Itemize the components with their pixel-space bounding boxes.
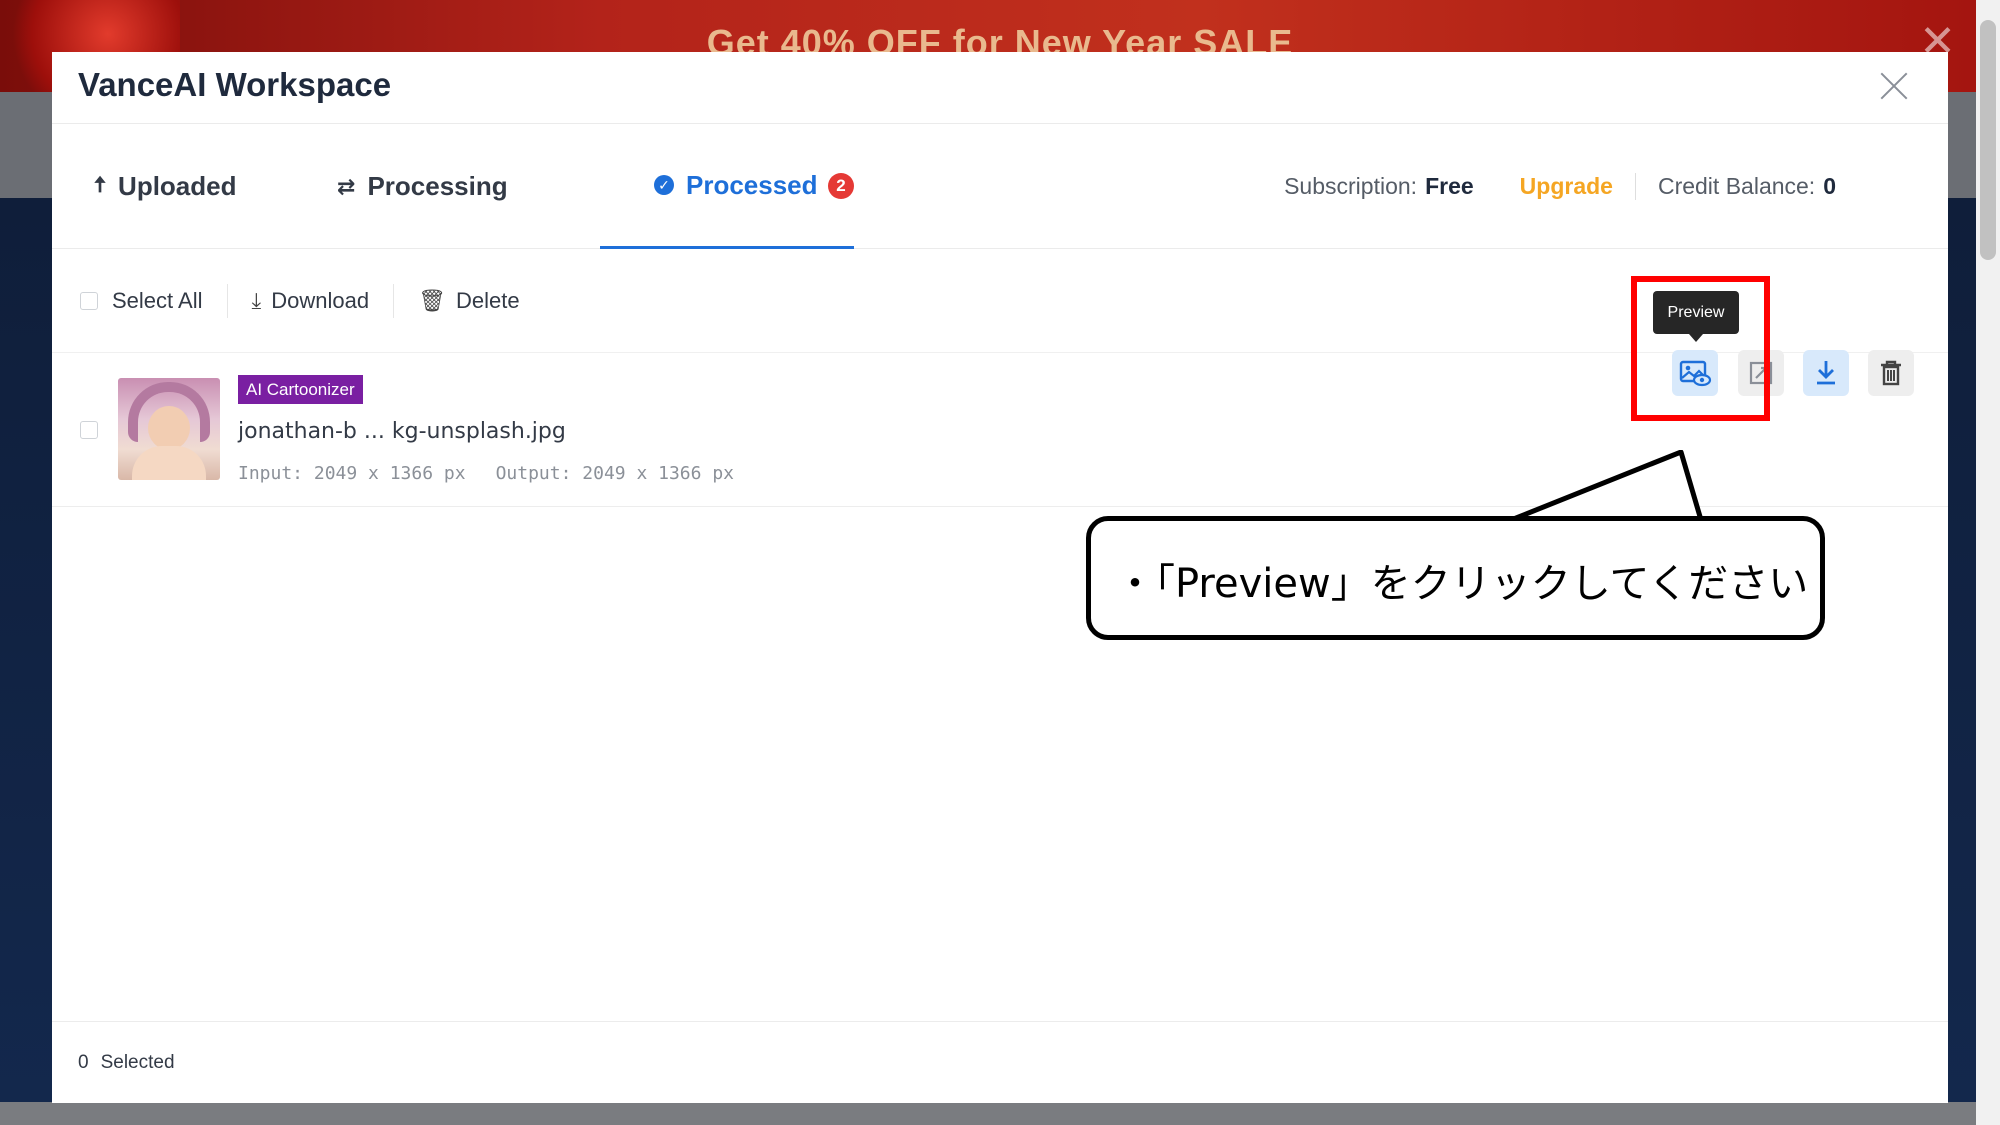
download-file-button[interactable] xyxy=(1803,350,1849,396)
modal-title: VanceAI Workspace xyxy=(78,66,392,103)
subscription-value: Free xyxy=(1425,173,1474,199)
credit-balance-value: 0 xyxy=(1823,173,1836,199)
refresh-icon: ⇄ xyxy=(337,173,356,199)
selected-count-label: Selected xyxy=(100,1052,175,1073)
upload-arrow-icon: 🠅 xyxy=(94,171,107,197)
ai-tool-tag: AI Cartoonizer xyxy=(238,375,363,404)
download-label: Download xyxy=(271,287,370,313)
upgrade-link[interactable]: Upgrade xyxy=(1520,173,1636,200)
delete-label: Delete xyxy=(456,287,520,313)
download-icon: ⤓ xyxy=(251,287,262,313)
background-bottom-strip xyxy=(0,1102,2000,1125)
file-row-checkbox[interactable] xyxy=(80,421,98,439)
selected-count: 0 Selected xyxy=(78,1052,175,1074)
callout-text: ・「Preview」をクリックしてください xyxy=(1115,561,1809,607)
file-name: jonathan-b ... kg-unsplash.jpg xyxy=(238,419,566,444)
tab-processed-label: Processed xyxy=(686,169,818,200)
instruction-callout: ・「Preview」をクリックしてください xyxy=(1086,516,1825,640)
delete-button[interactable]: 🗑 Delete xyxy=(394,284,544,318)
modal-footer: 0 Selected xyxy=(52,1021,1948,1103)
subscription-label: Subscription: xyxy=(1284,173,1418,199)
output-dimensions: Output: 2049 x 1366 px xyxy=(495,463,734,484)
select-all-button[interactable]: Select All xyxy=(52,283,228,318)
trash-can-icon xyxy=(1881,360,1901,386)
credit-balance-label: Credit Balance: xyxy=(1657,173,1816,199)
page-scrollbar[interactable] xyxy=(1976,0,2000,1125)
subscription-info: Subscription: Free Upgrade Credit Balanc… xyxy=(1284,124,1836,249)
delete-file-button[interactable] xyxy=(1868,350,1914,396)
tab-processing-label: Processing xyxy=(367,171,508,201)
close-icon[interactable] xyxy=(1876,68,1912,104)
select-all-checkbox[interactable] xyxy=(80,291,98,310)
trash-icon: 🗑 xyxy=(418,287,447,313)
modal-header: VanceAI Workspace xyxy=(52,52,1948,124)
select-all-label: Select All xyxy=(112,287,203,313)
download-arrow-icon xyxy=(1817,361,1835,385)
file-thumbnail[interactable] xyxy=(118,378,220,480)
selected-count-number: 0 xyxy=(78,1052,89,1073)
tab-uploaded-label: Uploaded xyxy=(118,171,237,201)
file-dimensions: Input: 2049 x 1366 px Output: 2049 x 1366… xyxy=(238,463,734,484)
highlight-annotation xyxy=(1631,276,1770,421)
download-button[interactable]: ⤓ Download xyxy=(228,283,395,318)
callout-tail xyxy=(1510,450,1704,524)
tabs-bar: 🠅 Uploaded ⇄ Processing ✓ Processed 2 Su… xyxy=(52,124,1948,249)
tab-processed[interactable]: ✓ Processed 2 xyxy=(600,124,854,249)
input-dimensions: Input: 2049 x 1366 px xyxy=(238,463,466,484)
tab-processing[interactable]: ⇄ Processing xyxy=(337,124,508,249)
check-circle-icon: ✓ xyxy=(654,175,674,195)
scrollbar-thumb[interactable] xyxy=(1980,20,1996,260)
tab-uploaded[interactable]: 🠅 Uploaded xyxy=(94,124,237,249)
processed-count-badge: 2 xyxy=(828,173,854,199)
